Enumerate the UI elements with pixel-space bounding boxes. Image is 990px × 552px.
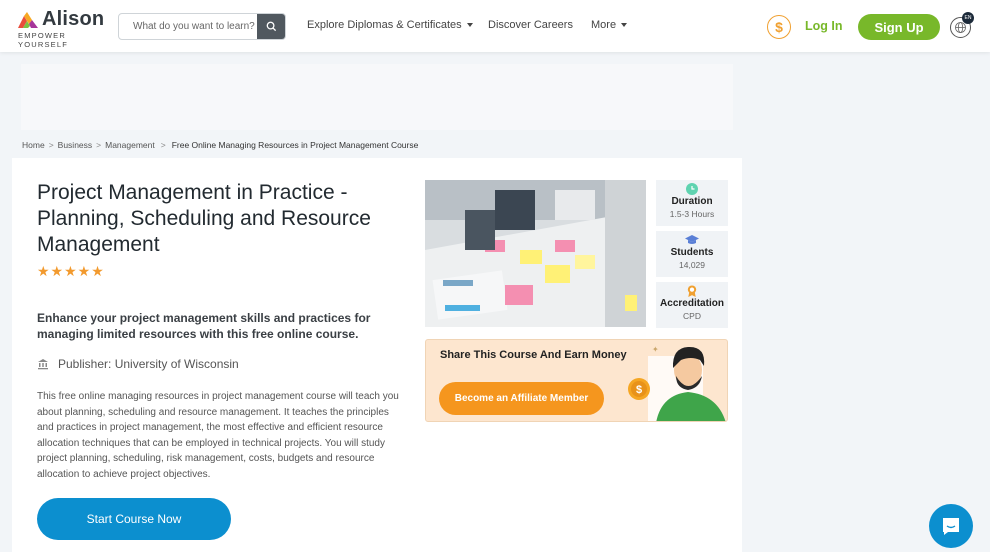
course-image (425, 180, 646, 327)
language-badge: EN (962, 12, 974, 24)
stat-accreditation-label: Accreditation (660, 298, 724, 309)
nav-explore-label: Explore Diplomas & Certificates (307, 19, 462, 31)
nav-careers-label: Discover Careers (488, 19, 573, 31)
stat-duration-value: 1.5-3 Hours (669, 209, 715, 219)
stat-duration: Duration 1.5-3 Hours (656, 180, 728, 226)
login-link[interactable]: Log In (805, 19, 843, 33)
publisher-name: Publisher: University of Wisconsin (58, 357, 239, 371)
affiliate-illustration: $ ✦ (628, 345, 726, 421)
search-bar (118, 13, 286, 40)
chevron-right-icon: > (96, 140, 102, 150)
stat-students-label: Students (670, 247, 714, 258)
clock-icon (686, 183, 698, 195)
course-description: This free online managing resources in p… (37, 391, 399, 480)
dollar-coin-icon: $ (636, 384, 642, 396)
svg-text:✦: ✦ (652, 345, 659, 354)
alison-logo-icon (18, 12, 38, 28)
logo-tagline: EMPOWER YOURSELF (18, 31, 69, 49)
stat-accreditation: Accreditation CPD (656, 282, 728, 328)
publisher-row: Publisher: University of Wisconsin (37, 357, 239, 371)
affiliate-title: Share This Course And Earn Money (440, 349, 627, 361)
breadcrumb-management[interactable]: Management (105, 140, 155, 150)
course-card: Project Management in Practice - Plannin… (12, 158, 742, 552)
top-header: Alison EMPOWER YOURSELF Explore Diplomas… (0, 0, 990, 52)
breadcrumb: Home > Business > Management > Free Online Man… (22, 140, 418, 150)
stat-accreditation-value: CPD (683, 311, 701, 321)
signup-button[interactable]: Sign Up (858, 14, 940, 40)
alison-logo[interactable]: Alison EMPOWER YOURSELF (18, 8, 108, 49)
logo-text: Alison (42, 8, 105, 30)
nav-more-label: More (591, 19, 617, 31)
become-affiliate-button[interactable]: Become an Affiliate Member (439, 382, 604, 415)
chevron-down-icon (466, 23, 473, 28)
award-icon (687, 285, 697, 297)
chevron-right-icon: > (48, 140, 54, 150)
chevron-down-icon (621, 23, 628, 28)
chat-icon (943, 518, 959, 535)
rating-stars: ★★★★★ (37, 263, 105, 279)
chat-button[interactable] (929, 504, 973, 548)
stat-students-value: 14,029 (679, 260, 705, 270)
breadcrumb-home[interactable]: Home (22, 140, 45, 150)
search-button[interactable] (257, 14, 285, 39)
course-title: Project Management in Practice - Plannin… (37, 181, 371, 256)
ad-banner (21, 64, 733, 130)
breadcrumb-business[interactable]: Business (58, 140, 93, 150)
stat-students: Students 14,029 (656, 231, 728, 277)
nav-more[interactable]: More (591, 19, 628, 31)
dollar-icon: $ (775, 19, 783, 35)
nav-discover-careers[interactable]: Discover Careers (488, 19, 573, 31)
breadcrumb-current: Free Online Managing Resources in Projec… (171, 140, 419, 150)
search-icon (266, 21, 276, 32)
institution-icon (38, 359, 48, 370)
start-course-button[interactable]: Start Course Now (37, 498, 231, 540)
course-subtitle: Enhance your project management skills a… (37, 311, 371, 341)
chevron-right-icon: > (160, 140, 166, 150)
earn-money-button[interactable]: $ (767, 15, 791, 39)
stat-duration-label: Duration (671, 196, 713, 207)
graduation-cap-icon (685, 235, 699, 244)
course-photo (425, 180, 646, 327)
nav-explore-diplomas[interactable]: Explore Diplomas & Certificates (307, 19, 473, 31)
affiliate-banner: Share This Course And Earn Money Become … (425, 339, 728, 422)
search-input[interactable] (119, 14, 259, 39)
